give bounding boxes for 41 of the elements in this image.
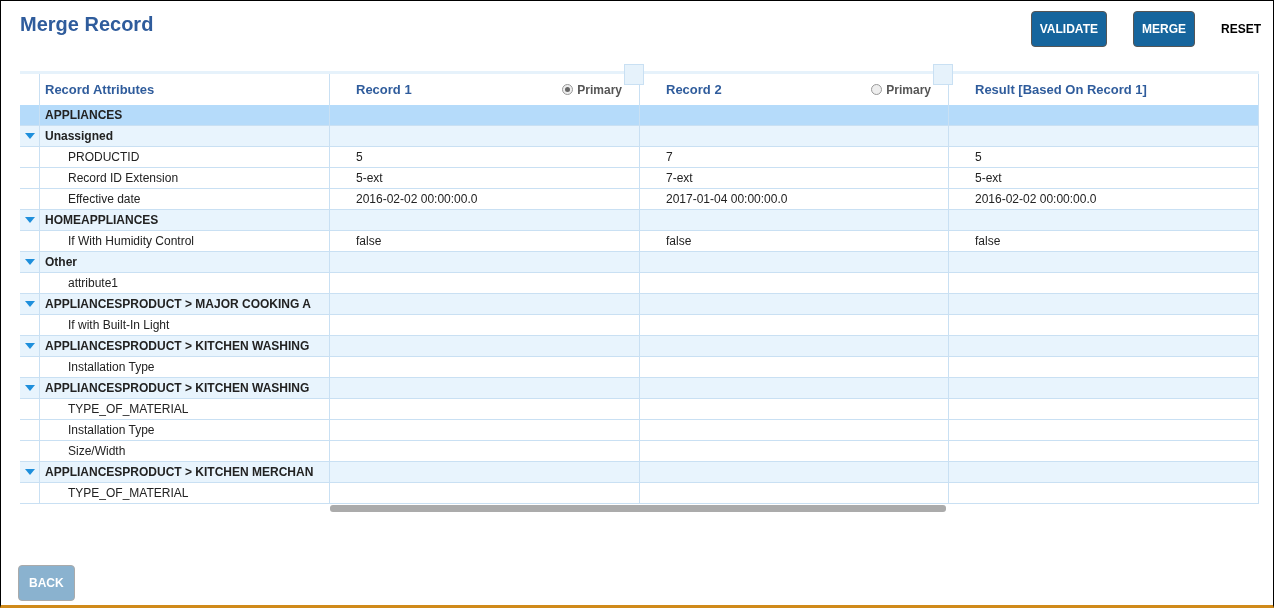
page-title: Merge Record xyxy=(20,12,154,36)
table-cell xyxy=(20,168,40,189)
group-label: Unassigned xyxy=(40,126,330,147)
action-button[interactable]: MERGE xyxy=(1132,11,1195,47)
group-label: APPLIANCESPRODUCT > KITCHEN WASHING xyxy=(40,378,330,399)
table-cell: 7-ext xyxy=(640,168,949,189)
category-label: APPLIANCES xyxy=(40,105,330,126)
action-button[interactable]: VALIDATE xyxy=(1030,11,1107,47)
radio-label: Primary xyxy=(577,81,622,99)
expand-caret-icon[interactable] xyxy=(24,343,35,349)
table-cell: 7 xyxy=(640,147,949,168)
table-cell: 5-ext xyxy=(330,168,640,189)
horizontal-scrollbar[interactable] xyxy=(330,505,946,512)
attribute-label: Record ID Extension xyxy=(40,168,330,189)
attribute-label: PRODUCTID xyxy=(40,147,330,168)
expand-caret-icon[interactable] xyxy=(24,385,35,391)
column-header: Result [Based On Record 1] xyxy=(975,80,1147,99)
table-cell: 5 xyxy=(330,147,640,168)
radio-label: Primary xyxy=(886,81,931,99)
group-label: HOMEAPPLIANCES xyxy=(40,210,330,231)
primary-radio[interactable] xyxy=(871,84,883,95)
table-cell: 5 xyxy=(949,147,1259,168)
primary-radio[interactable] xyxy=(562,84,574,95)
table-cell: 5-ext xyxy=(949,168,1259,189)
table-cell xyxy=(20,420,40,441)
attribute-label: TYPE_OF_MATERIAL xyxy=(40,399,330,420)
attribute-label: TYPE_OF_MATERIAL xyxy=(40,483,330,504)
column-header: Record 2 xyxy=(666,80,722,99)
expand-caret-icon[interactable] xyxy=(24,133,35,139)
group-label: APPLIANCESPRODUCT > KITCHEN WASHING xyxy=(40,336,330,357)
expand-caret-icon[interactable] xyxy=(24,469,35,475)
column-header: Record 1 xyxy=(356,80,412,99)
attribute-label: Installation Type xyxy=(40,420,330,441)
expand-caret-icon[interactable] xyxy=(24,217,35,223)
expand-caret-icon[interactable] xyxy=(24,259,35,265)
expand-caret-icon[interactable] xyxy=(24,301,35,307)
reset-link[interactable]: RESET xyxy=(1221,20,1261,38)
column-header: Record Attributes xyxy=(45,80,155,99)
group-label: APPLIANCESPRODUCT > KITCHEN MERCHAN xyxy=(40,462,330,483)
group-label: Other xyxy=(40,252,330,273)
group-label: APPLIANCESPRODUCT > MAJOR COOKING A xyxy=(40,294,330,315)
